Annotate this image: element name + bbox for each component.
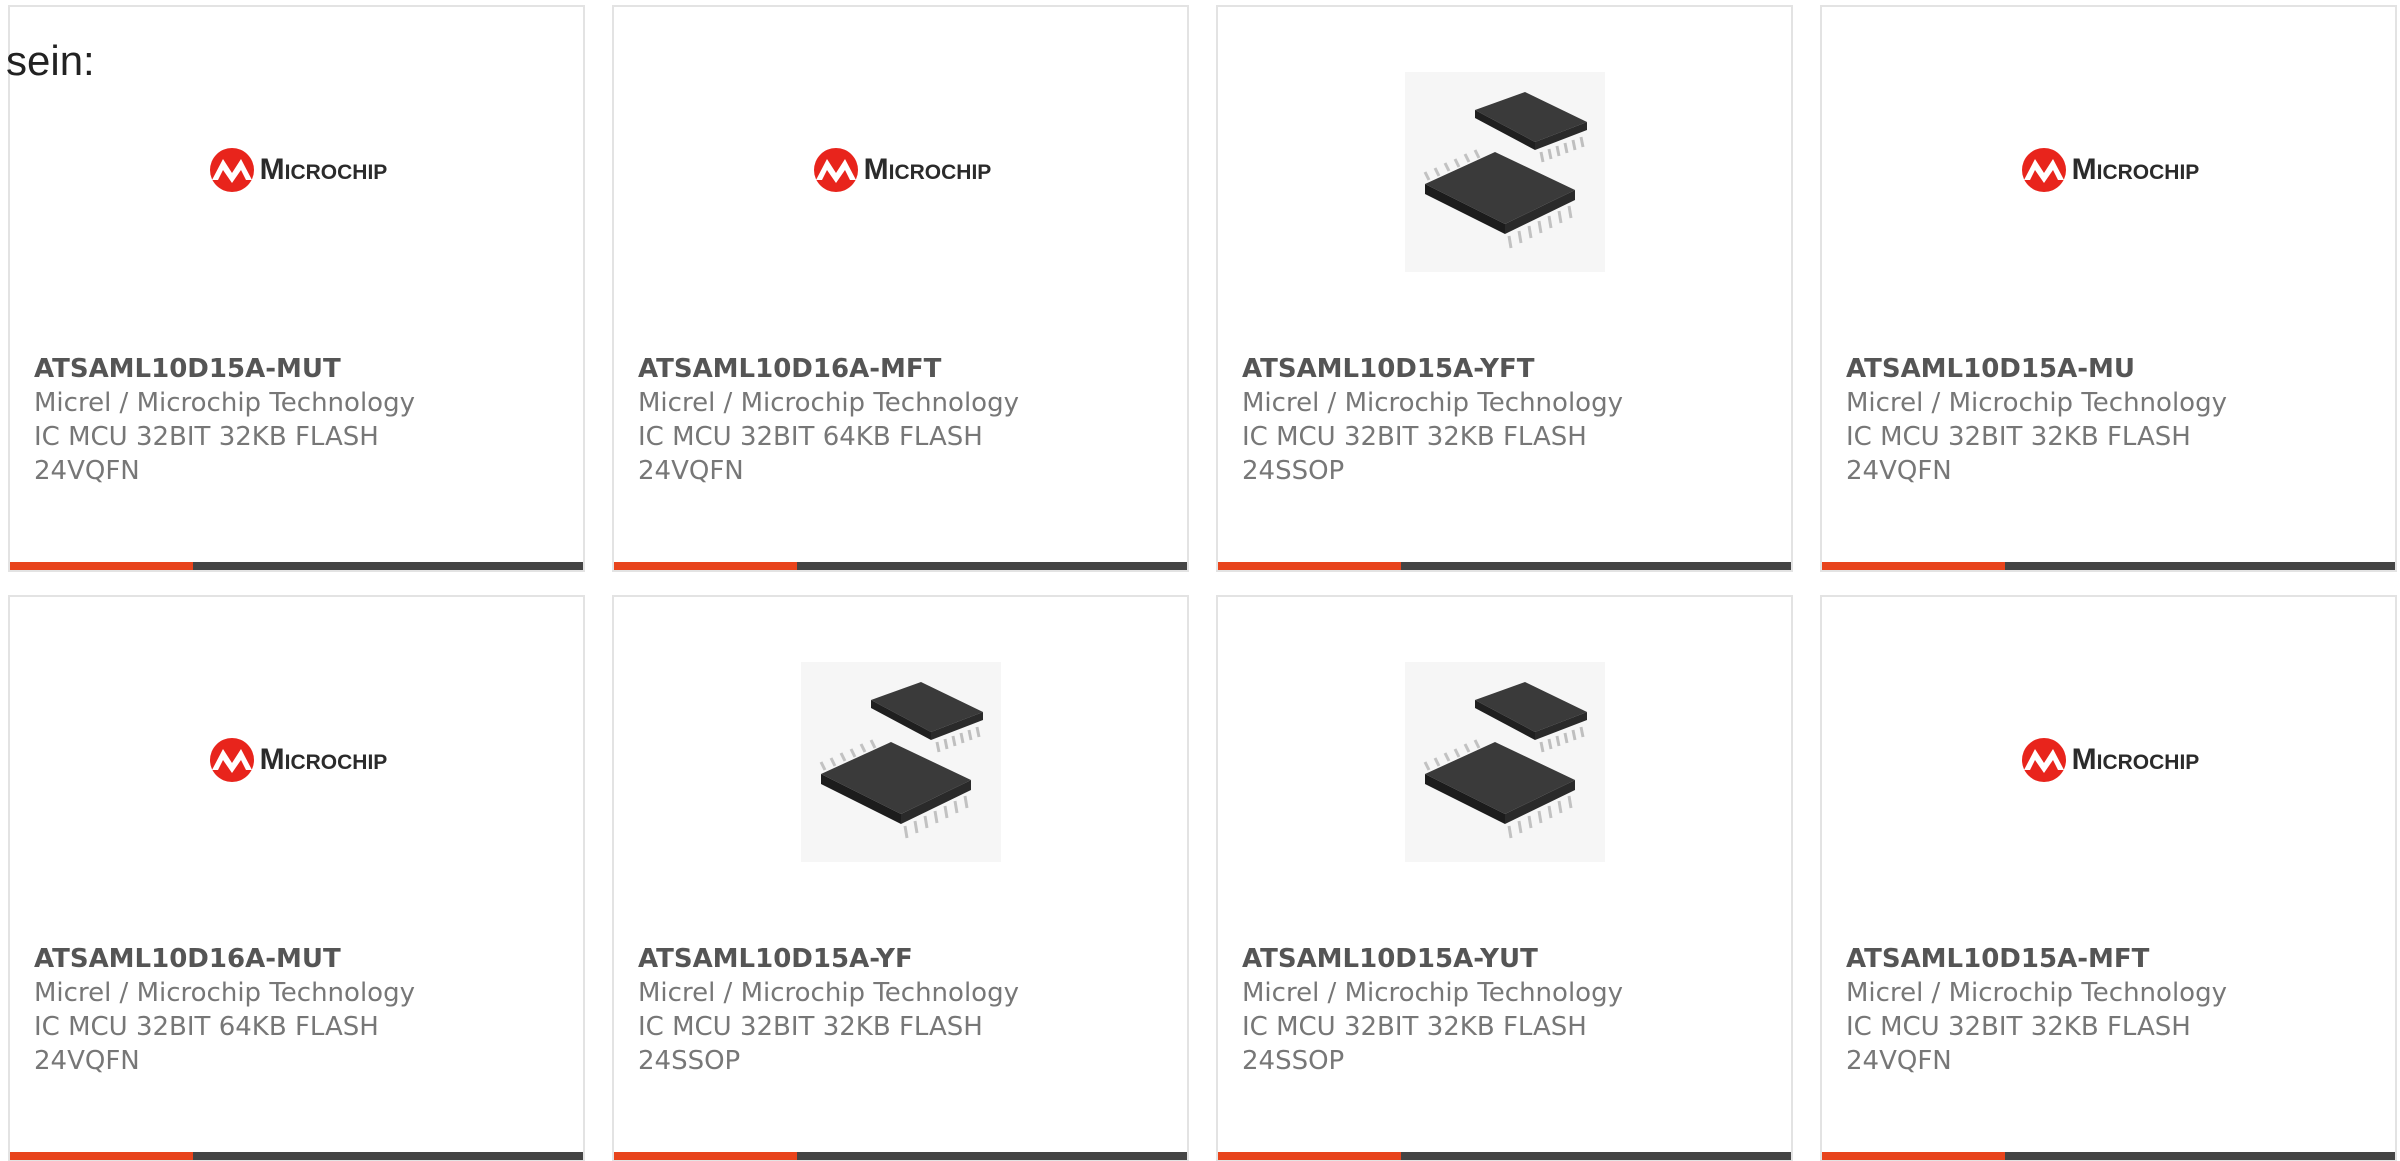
microchip-logo: Microchip (2018, 737, 2199, 783)
microchip-logo-icon (209, 738, 254, 782)
card-accent-bar (1218, 562, 1401, 570)
card-bottom-bar (1218, 562, 1791, 570)
microchip-logo: Microchip (2018, 147, 2199, 193)
product-description: IC MCU 32BIT 32KB FLASH 24VQFN (34, 422, 379, 486)
manufacturer: Micrel / Microchip Technology (638, 388, 1019, 418)
product-description: IC MCU 32BIT 32KB FLASH 24SSOP (1242, 422, 1587, 486)
product-image-area: Microchip (10, 597, 583, 927)
product-card[interactable]: Microchip ATSAML10D15A-MFT Micrel / Micr… (1820, 595, 2397, 1161)
card-bottom-bar (614, 1152, 1187, 1160)
product-description: IC MCU 32BIT 32KB FLASH 24SSOP (638, 1012, 983, 1076)
manufacturer: Micrel / Microchip Technology (1242, 388, 1623, 418)
card-accent-bar (614, 562, 797, 570)
manufacturer: Micrel / Microchip Technology (34, 388, 415, 418)
part-number[interactable]: ATSAML10D16A-MUT (34, 942, 563, 976)
product-card[interactable]: Microchip ATSAML10D15A-MUT Micrel / Micr… (8, 5, 585, 572)
product-image-area: Microchip (1822, 7, 2395, 337)
card-accent-bar (1218, 1152, 1401, 1160)
part-number[interactable]: ATSAML10D15A-MU (1846, 352, 2375, 386)
card-accent-bar (614, 1152, 797, 1160)
manufacturer: Micrel / Microchip Technology (34, 978, 415, 1008)
product-card[interactable]: Microchip ATSAML10D16A-MFT Micrel / Micr… (612, 5, 1189, 572)
product-card[interactable]: ATSAML10D15A-YFT Micrel / Microchip Tech… (1216, 5, 1793, 572)
microchip-logo: Microchip (206, 147, 387, 193)
intro-text: sein: (6, 37, 95, 84)
product-info: ATSAML10D15A-YUT Micrel / Microchip Tech… (1242, 942, 1771, 1078)
part-number[interactable]: ATSAML10D15A-MFT (1846, 942, 2375, 976)
product-description: IC MCU 32BIT 32KB FLASH 24VQFN (1846, 1012, 2191, 1076)
part-number[interactable]: ATSAML10D15A-YF (638, 942, 1167, 976)
microchip-logo-icon (813, 148, 858, 192)
product-description: IC MCU 32BIT 32KB FLASH 24VQFN (1846, 422, 2191, 486)
product-card[interactable]: Microchip ATSAML10D16A-MUT Micrel / Micr… (8, 595, 585, 1161)
manufacturer: Micrel / Microchip Technology (1846, 388, 2227, 418)
product-description: IC MCU 32BIT 64KB FLASH 24VQFN (34, 1012, 379, 1076)
product-image-area (614, 597, 1187, 927)
card-accent-bar (1822, 1152, 2005, 1160)
product-info: ATSAML10D15A-YF Micrel / Microchip Techn… (638, 942, 1167, 1078)
product-image-area: Microchip (1822, 597, 2395, 927)
product-info: ATSAML10D15A-YFT Micrel / Microchip Tech… (1242, 352, 1771, 488)
card-bottom-bar (614, 562, 1187, 570)
microchip-logo: Microchip (206, 737, 387, 783)
product-card[interactable]: Microchip ATSAML10D15A-MU Micrel / Micro… (1820, 5, 2397, 572)
product-grid: Microchip ATSAML10D15A-MUT Micrel / Micr… (0, 0, 2400, 1161)
product-card[interactable]: ATSAML10D15A-YF Micrel / Microchip Techn… (612, 595, 1189, 1161)
product-info: ATSAML10D16A-MFT Micrel / Microchip Tech… (638, 352, 1167, 488)
card-accent-bar (10, 562, 193, 570)
product-info: ATSAML10D15A-MFT Micrel / Microchip Tech… (1846, 942, 2375, 1078)
product-card[interactable]: ATSAML10D15A-YUT Micrel / Microchip Tech… (1216, 595, 1793, 1161)
manufacturer: Micrel / Microchip Technology (1846, 978, 2227, 1008)
product-image-area: Microchip (614, 7, 1187, 337)
card-bottom-bar (1822, 562, 2395, 570)
product-info: ATSAML10D16A-MUT Micrel / Microchip Tech… (34, 942, 563, 1078)
microchip-logo-icon (209, 148, 254, 192)
card-bottom-bar (10, 562, 583, 570)
card-accent-bar (1822, 562, 2005, 570)
ssop-chip-photo (1404, 662, 1605, 862)
card-bottom-bar (1822, 1152, 2395, 1160)
part-number[interactable]: ATSAML10D15A-YFT (1242, 352, 1771, 386)
product-info: ATSAML10D15A-MUT Micrel / Microchip Tech… (34, 352, 563, 488)
product-description: IC MCU 32BIT 64KB FLASH 24VQFN (638, 422, 983, 486)
part-number[interactable]: ATSAML10D16A-MFT (638, 352, 1167, 386)
product-image-area: Microchip (10, 7, 583, 337)
card-bottom-bar (10, 1152, 583, 1160)
card-bottom-bar (1218, 1152, 1791, 1160)
card-accent-bar (10, 1152, 193, 1160)
part-number[interactable]: ATSAML10D15A-YUT (1242, 942, 1771, 976)
microchip-logo: Microchip (810, 147, 991, 193)
manufacturer: Micrel / Microchip Technology (638, 978, 1019, 1008)
product-description: IC MCU 32BIT 32KB FLASH 24SSOP (1242, 1012, 1587, 1076)
product-image-area (1218, 597, 1791, 927)
ssop-chip-photo (800, 662, 1001, 862)
manufacturer: Micrel / Microchip Technology (1242, 978, 1623, 1008)
microchip-logo-icon (2021, 738, 2066, 782)
microchip-logo-icon (2021, 148, 2066, 192)
part-number[interactable]: ATSAML10D15A-MUT (34, 352, 563, 386)
ssop-chip-photo (1404, 72, 1605, 272)
product-image-area (1218, 7, 1791, 337)
product-info: ATSAML10D15A-MU Micrel / Microchip Techn… (1846, 352, 2375, 488)
